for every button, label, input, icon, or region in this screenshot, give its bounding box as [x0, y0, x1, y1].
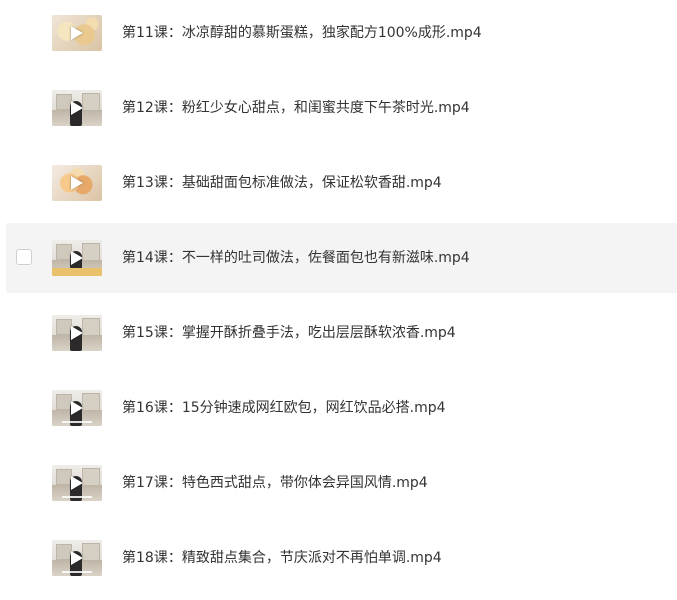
video-thumbnail[interactable] — [52, 165, 102, 201]
play-icon — [71, 551, 83, 565]
play-icon — [71, 401, 83, 415]
file-name[interactable]: 第18课：精致甜点集合，节庆派对不再怕单调.mp4 — [122, 548, 442, 568]
file-name[interactable]: 第13课：基础甜面包标准做法，保证松软香甜.mp4 — [122, 173, 442, 193]
video-thumbnail[interactable] — [52, 90, 102, 126]
play-icon — [71, 326, 83, 340]
file-row[interactable]: 第17课：特色西式甜点，带你体会异国风情.mp4 — [6, 448, 677, 518]
video-thumbnail[interactable] — [52, 390, 102, 426]
file-name[interactable]: 第12课：粉红少女心甜点，和闺蜜共度下午茶时光.mp4 — [122, 98, 470, 118]
play-icon — [71, 26, 83, 40]
file-name[interactable]: 第17课：特色西式甜点，带你体会异国风情.mp4 — [122, 473, 428, 493]
file-row[interactable]: 第14课：不一样的吐司做法，佐餐面包也有新滋味.mp4 — [6, 223, 677, 293]
video-thumbnail[interactable] — [52, 15, 102, 51]
file-row[interactable]: 第12课：粉红少女心甜点，和闺蜜共度下午茶时光.mp4 — [6, 73, 677, 143]
video-thumbnail[interactable] — [52, 465, 102, 501]
file-list: 第11课：冰凉醇甜的慕斯蛋糕，独家配方100%成形.mp4 第12课：粉红少女心… — [0, 0, 677, 600]
file-name[interactable]: 第11课：冰凉醇甜的慕斯蛋糕，独家配方100%成形.mp4 — [122, 23, 482, 43]
file-name[interactable]: 第15课：掌握开酥折叠手法，吃出层层酥软浓香.mp4 — [122, 323, 456, 343]
file-row[interactable]: 第18课：精致甜点集合，节庆派对不再怕单调.mp4 — [6, 523, 677, 593]
file-name[interactable]: 第14课：不一样的吐司做法，佐餐面包也有新滋味.mp4 — [122, 248, 470, 268]
file-row[interactable]: 第15课：掌握开酥折叠手法，吃出层层酥软浓香.mp4 — [6, 298, 677, 368]
video-thumbnail[interactable] — [52, 540, 102, 576]
file-row[interactable]: 第13课：基础甜面包标准做法，保证松软香甜.mp4 — [6, 148, 677, 218]
video-thumbnail[interactable] — [52, 315, 102, 351]
row-checkbox[interactable] — [16, 249, 32, 265]
play-icon — [71, 476, 83, 490]
video-thumbnail[interactable] — [52, 240, 102, 276]
play-icon — [71, 251, 83, 265]
play-icon — [71, 176, 83, 190]
file-row[interactable]: 第16课：15分钟速成网红欧包，网红饮品必搭.mp4 — [6, 373, 677, 443]
file-row[interactable]: 第11课：冰凉醇甜的慕斯蛋糕，独家配方100%成形.mp4 — [6, 0, 677, 68]
play-icon — [71, 101, 83, 115]
file-name[interactable]: 第16课：15分钟速成网红欧包，网红饮品必搭.mp4 — [122, 398, 446, 418]
